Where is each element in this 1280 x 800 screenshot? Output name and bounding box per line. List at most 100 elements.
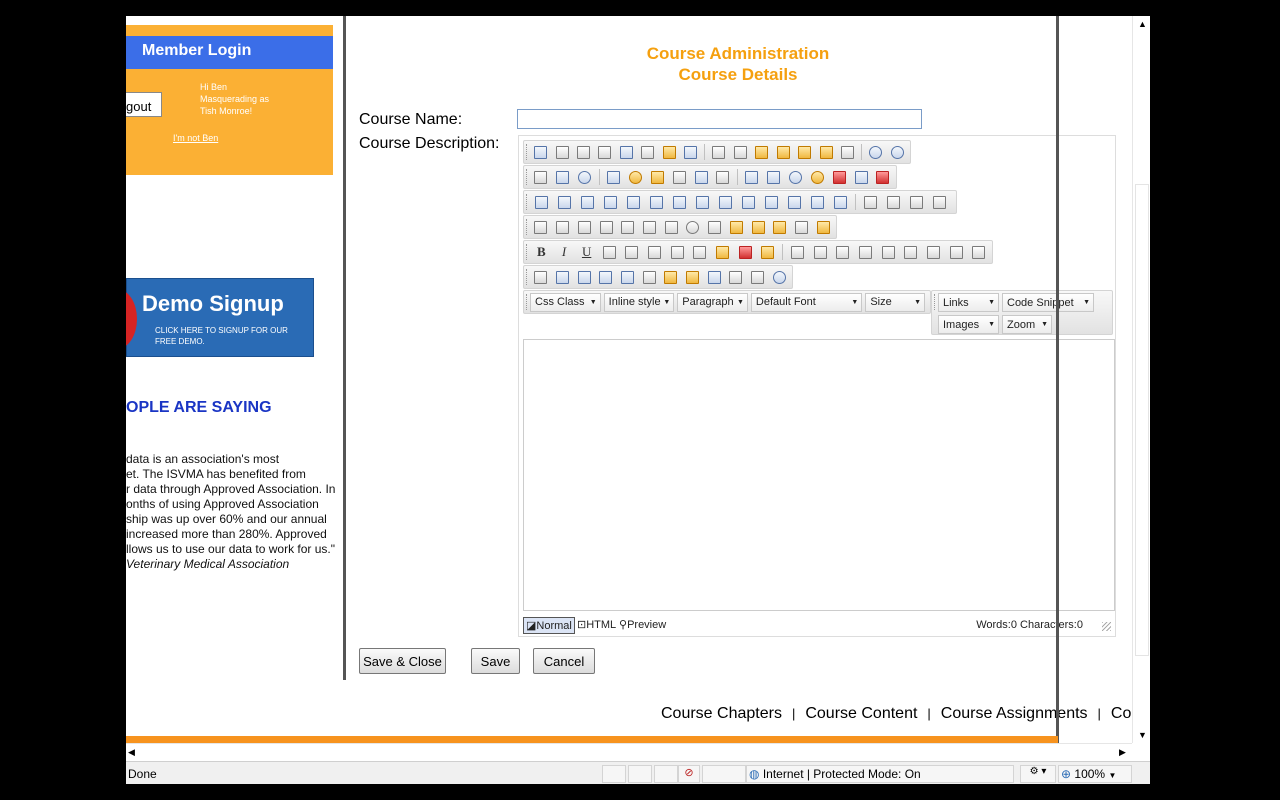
css-class-dropdown[interactable]: Css Class ▼	[530, 292, 601, 312]
keyboard-icon[interactable]	[649, 168, 666, 186]
scroll-left-icon[interactable]: ◀	[128, 747, 135, 758]
course-content-link[interactable]: Course Content	[805, 705, 917, 722]
save-close-button[interactable]: Save & Close	[359, 648, 446, 674]
mode-html-tab[interactable]: ⊡HTML	[575, 617, 618, 634]
split-cell-icon[interactable]	[694, 193, 712, 211]
xhtml-icon[interactable]	[714, 168, 731, 186]
scroll-up-icon[interactable]: ▲	[1138, 19, 1147, 29]
undo-icon[interactable]	[868, 143, 884, 161]
print-icon[interactable]	[575, 143, 591, 161]
image-button-icon[interactable]	[728, 218, 745, 236]
special-char-icon[interactable]	[605, 168, 622, 186]
password-field-icon[interactable]	[598, 218, 615, 236]
paste-html-icon[interactable]	[818, 143, 834, 161]
table-props-icon[interactable]	[740, 193, 758, 211]
align-justify-icon[interactable]	[668, 243, 686, 261]
code-snippet-dropdown[interactable]: Code Snippet ▼	[1002, 293, 1094, 312]
clean-icon[interactable]	[661, 143, 677, 161]
font-dropdown[interactable]: Default Font ▼	[750, 292, 863, 312]
insert-column-icon[interactable]	[625, 193, 643, 211]
scroll-down-icon[interactable]: ▼	[1138, 730, 1147, 740]
align-left-icon[interactable]	[600, 243, 618, 261]
images-dropdown[interactable]: Images ▼	[938, 315, 999, 334]
paragraph-dir-icon[interactable]	[885, 193, 903, 211]
replace-icon[interactable]	[640, 143, 656, 161]
resize-grip-icon[interactable]	[1102, 622, 1111, 631]
unlink-icon[interactable]	[576, 268, 593, 286]
insert-row-icon[interactable]	[556, 193, 574, 211]
security-zone[interactable]: ◍ Internet | Protected Mode: On	[746, 765, 1014, 783]
cell-props-icon[interactable]	[763, 193, 781, 211]
redo-icon[interactable]	[889, 143, 905, 161]
link-icon[interactable]	[554, 268, 571, 286]
vertical-scrollbar[interactable]: ▲ ▼	[1132, 16, 1150, 743]
insert-row-after-icon[interactable]	[579, 193, 597, 211]
save-button[interactable]: Save	[471, 648, 520, 674]
scroll-right-icon[interactable]: ▶	[1119, 747, 1126, 758]
course-assignments-link[interactable]: Course Assignments	[941, 705, 1088, 722]
cut-icon[interactable]	[711, 143, 727, 161]
align-center-icon[interactable]	[623, 243, 641, 261]
hidden-field-icon[interactable]	[619, 218, 636, 236]
bold-icon[interactable]: B	[533, 243, 551, 261]
delete-table-icon[interactable]	[809, 193, 827, 211]
push-button-icon[interactable]	[793, 218, 810, 236]
image-editor-icon[interactable]	[765, 168, 782, 186]
lowercase-icon[interactable]	[970, 243, 988, 261]
reset-button-icon[interactable]	[771, 218, 788, 236]
zoom-dropdown[interactable]: Zoom ▼	[1002, 315, 1052, 334]
highlight-icon[interactable]	[759, 243, 777, 261]
radio-icon[interactable]	[685, 218, 702, 236]
absolute-position-icon[interactable]	[728, 268, 745, 286]
delete-icon[interactable]	[839, 143, 855, 161]
bring-forward-icon[interactable]	[663, 268, 680, 286]
insert-column-after-icon[interactable]	[648, 193, 666, 211]
zoom-control[interactable]: ⊕ 100% ▼	[1058, 765, 1132, 783]
inline-style-dropdown[interactable]: Inline style ▼	[603, 292, 675, 312]
privacy-icon[interactable]: ⊘	[678, 765, 700, 783]
horizontal-scrollbar[interactable]: ◀ ▶	[126, 743, 1132, 761]
table-style-icon[interactable]	[786, 193, 804, 211]
merge-cell-icon[interactable]	[717, 193, 735, 211]
unordered-list-icon[interactable]	[811, 243, 829, 261]
text-area-icon[interactable]	[554, 218, 571, 236]
find-icon[interactable]	[618, 143, 634, 161]
pdf-icon[interactable]	[831, 168, 848, 186]
course-name-input[interactable]	[517, 109, 922, 129]
emoticon-icon[interactable]	[627, 168, 644, 186]
mode-normal-tab[interactable]: ◪Normal	[523, 617, 575, 634]
insert-box-icon[interactable]	[619, 268, 636, 286]
size-dropdown[interactable]: Size ▼	[865, 292, 926, 312]
insert-cell-icon[interactable]	[832, 193, 850, 211]
media-icon[interactable]	[809, 168, 826, 186]
save-icon[interactable]	[533, 143, 549, 161]
paragraph-dropdown[interactable]: Paragraph ▼	[677, 292, 748, 312]
outdent-icon[interactable]	[834, 243, 852, 261]
template-icon[interactable]	[862, 193, 880, 211]
paste-icon[interactable]	[754, 143, 770, 161]
vertical-scroll-thumb[interactable]	[1135, 184, 1149, 656]
grid-icon[interactable]	[706, 268, 723, 286]
insert-table-icon[interactable]	[533, 193, 551, 211]
page-props-icon[interactable]	[671, 168, 688, 186]
print-preview-icon[interactable]	[597, 143, 613, 161]
links-dropdown[interactable]: Links ▼	[938, 293, 999, 312]
form-icon[interactable]	[533, 218, 550, 236]
insert-time-icon[interactable]	[576, 168, 593, 186]
demo-signup-banner[interactable]: Demo Signup CLICK HERE TO SIGNUP FOR OUR…	[126, 278, 314, 357]
subscript-icon[interactable]	[902, 243, 920, 261]
italic-icon[interactable]: I	[555, 243, 573, 261]
help-icon[interactable]	[771, 268, 788, 286]
paste-text-icon[interactable]	[775, 143, 791, 161]
strikethrough-icon[interactable]	[925, 243, 943, 261]
align-none-icon[interactable]	[691, 243, 709, 261]
dropdown-icon[interactable]	[663, 218, 680, 236]
not-ben-link[interactable]: I'm not Ben	[173, 133, 218, 143]
mode-preview-tab[interactable]: ⚲Preview	[617, 617, 668, 634]
course-chapters-link[interactable]: Course Chapters	[661, 705, 782, 722]
uppercase-icon[interactable]	[947, 243, 965, 261]
cancel-button[interactable]: Cancel	[533, 648, 595, 674]
font-color-icon[interactable]	[736, 243, 754, 261]
align-right-icon[interactable]	[646, 243, 664, 261]
insert-image-icon[interactable]	[743, 168, 760, 186]
